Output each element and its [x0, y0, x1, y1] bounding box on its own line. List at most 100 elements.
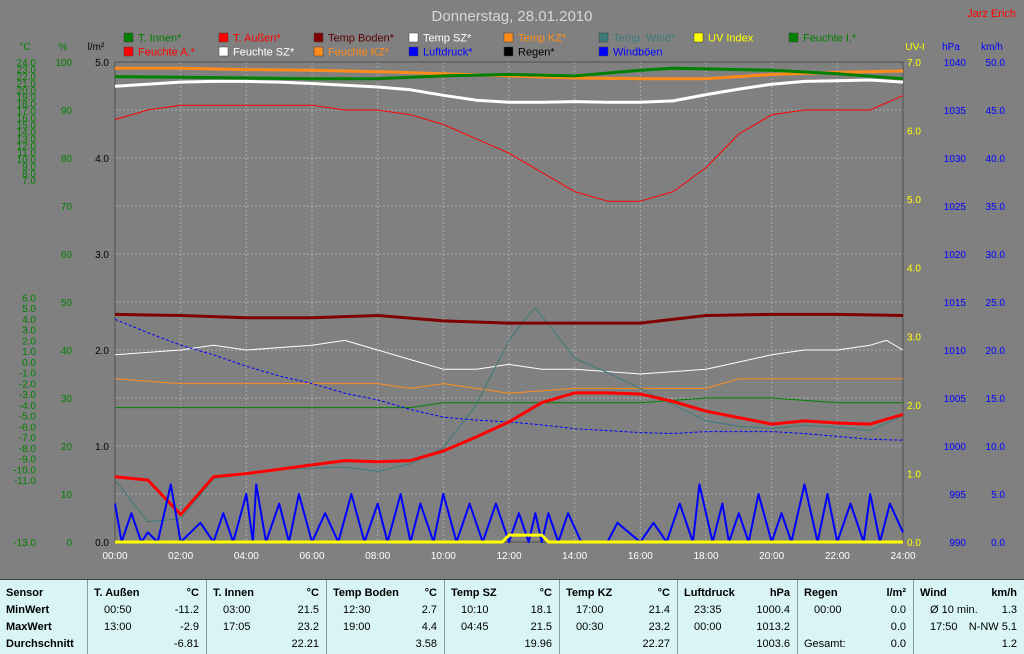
stats-column-header: T. Innen °C [207, 585, 327, 601]
pressure-tick-label: 1025 [944, 202, 967, 213]
stats-value: 23.2 [297, 621, 319, 633]
legend-swatch [408, 46, 419, 57]
wind-tick-label: 5.0 [991, 490, 1005, 501]
stats-row: Ø 10 min. 1.3 [914, 602, 1024, 618]
stats-time: 00:50 [104, 604, 132, 616]
percent-tick-label: 80 [61, 154, 73, 165]
stats-row: 19:00 4.4 [327, 619, 445, 635]
pressure-tick-label: 1005 [944, 394, 967, 405]
stats-average: 0.0 [890, 638, 906, 650]
stats-average: 1003.6 [756, 638, 790, 650]
stats-value: 18.1 [530, 604, 552, 616]
x-tick-label: 06:00 [299, 551, 324, 562]
stats-column: Temp Boden °C 12:30 2.7 19:00 4.4 3.58 [326, 580, 445, 654]
legend-swatch [503, 46, 514, 57]
author-label: Jarz Erich [967, 8, 1016, 20]
stats-average: 22.21 [291, 638, 319, 650]
stats-column-header: Temp SZ °C [445, 585, 560, 601]
wind-tick-label: 25.0 [986, 298, 1006, 309]
stats-column-unit: °C [306, 587, 319, 599]
wind-tick-label: 15.0 [986, 394, 1006, 405]
uv-tick-label: 6.0 [907, 127, 921, 138]
stats-time: 03:00 [223, 604, 251, 616]
x-tick-label: 10:00 [431, 551, 456, 562]
stats-value: 0.0 [890, 621, 906, 633]
celsius-tick-label: -3.0 [19, 390, 37, 401]
stats-column-header: Luftdruck hPa [678, 585, 798, 601]
wind-tick-label: 30.0 [986, 250, 1006, 261]
stats-time: 00:00 [694, 621, 722, 633]
legend-label: Feuchte I.* [803, 33, 857, 45]
x-tick-label: 16:00 [628, 551, 653, 562]
stats-column-title: Regen [804, 587, 838, 599]
legend-swatch [313, 32, 324, 43]
stats-average: 1.2 [1001, 638, 1017, 650]
pressure-axis-unit: hPa [942, 42, 960, 53]
stats-column-header: Wind km/h [914, 585, 1024, 601]
stats-row-label: MinWert [0, 602, 86, 618]
series-line-11 [114, 483, 904, 543]
uv-axis-unit: UV-I [905, 42, 924, 53]
celsius-tick-label: -10.0 [13, 465, 36, 476]
uv-tick-label: 3.0 [907, 332, 921, 343]
pressure-tick-label: 990 [949, 538, 966, 549]
stats-row: -6.81 [88, 636, 207, 652]
stats-row: 00:50 -11.2 [88, 602, 207, 618]
stats-time: 17:00 [576, 604, 604, 616]
chart-title: Donnerstag, 28.01.2010 [432, 8, 593, 25]
stats-row: 03:00 21.5 [207, 602, 327, 618]
stats-row: 17:05 23.2 [207, 619, 327, 635]
stats-column-header: Temp Boden °C [327, 585, 445, 601]
stats-column-header: Regen l/m² [798, 585, 914, 601]
wind-tick-label: 50.0 [986, 58, 1006, 69]
stats-column-unit: °C [186, 587, 199, 599]
pressure-tick-label: 995 [949, 490, 966, 501]
celsius-tick-label: -8.0 [19, 444, 37, 455]
stats-value: 21.5 [297, 604, 319, 616]
legend-label: T. Außen* [233, 33, 281, 45]
wind-tick-label: 20.0 [986, 346, 1006, 357]
wind-tick-label: 0.0 [991, 538, 1005, 549]
legend-swatch [313, 46, 324, 57]
legend-swatch [693, 32, 704, 43]
rain-tick-label: 3.0 [95, 250, 109, 261]
celsius-tick-label: 4.0 [22, 315, 36, 326]
stats-column-title: T. Innen [213, 587, 254, 599]
legend-label: Temp SZ* [423, 33, 472, 45]
legend-swatch [598, 32, 609, 43]
stats-value: 21.5 [530, 621, 552, 633]
legend-swatch [788, 32, 799, 43]
legend-label: Feuchte KZ* [328, 47, 390, 59]
stats-total-label: Gesamt: [804, 638, 846, 650]
legend-label: Windböen [613, 47, 663, 59]
pressure-tick-label: 1040 [944, 58, 967, 69]
stats-value: 1000.4 [756, 604, 790, 616]
stats-value: 2.7 [421, 604, 437, 616]
stats-time: 23:35 [694, 604, 722, 616]
wind-axis-unit: km/h [981, 42, 1003, 53]
stats-column-wind: Wind km/h Ø 10 min. 1.3 17:50 N-NW 5.1 1.2 [913, 580, 1024, 654]
stats-row: 13:00 -2.9 [88, 619, 207, 635]
stats-row: 12:30 2.7 [327, 602, 445, 618]
uv-tick-label: 7.0 [907, 58, 921, 69]
legend-swatch [598, 46, 609, 57]
stats-row: 10:10 18.1 [445, 602, 560, 618]
legend-label: Temp KZ* [518, 33, 567, 45]
stats-label: MinWert [6, 604, 50, 616]
stats-time: 10:10 [461, 604, 489, 616]
legend-label: Temp Boden* [328, 33, 395, 45]
stats-row: 17:00 21.4 [560, 602, 678, 618]
stats-row: 3.58 [327, 636, 445, 652]
stats-column-unit: °C [657, 587, 670, 599]
x-tick-label: 12:00 [496, 551, 521, 562]
x-tick-label: 14:00 [562, 551, 587, 562]
legend-label: Temp. Wind* [613, 33, 676, 45]
legend-swatch [408, 32, 419, 43]
stats-column-title: Temp KZ [566, 587, 613, 599]
legend-swatch [218, 46, 229, 57]
stats-row: 22.27 [560, 636, 678, 652]
legend-swatch [123, 32, 134, 43]
stats-column: T. Außen °C 00:50 -11.2 13:00 -2.9 -6.81 [87, 580, 207, 654]
stats-row: 19.96 [445, 636, 560, 652]
wind-tick-label: 45.0 [986, 106, 1006, 117]
